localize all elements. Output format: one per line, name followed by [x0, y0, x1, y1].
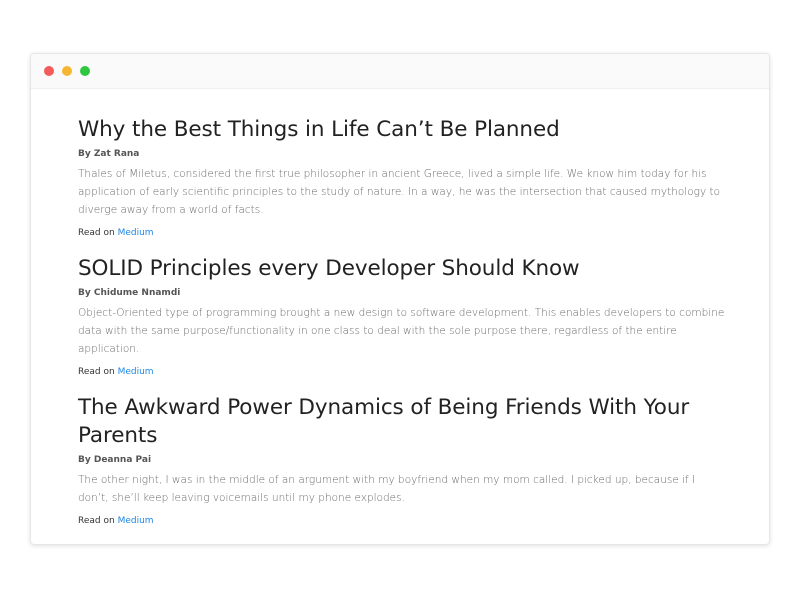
read-on-label: Read on: [78, 516, 115, 526]
read-on-label: Read on: [78, 367, 115, 377]
article-list: Why the Best Things in Life Can’t Be Pla…: [78, 116, 728, 543]
article-title: SOLID Principles every Developer Should …: [78, 256, 580, 281]
read-on-label: Read on: [78, 228, 115, 238]
read-on-line: Read on Medium: [78, 227, 728, 239]
article-title: The Awkward Power Dynamics of Being Frie…: [78, 395, 690, 448]
article-item: SOLID Principles every Developer Should …: [78, 255, 728, 378]
minimize-window-button[interactable]: [62, 66, 72, 76]
article-summary: Thales of Miletus, considered the first …: [78, 168, 721, 216]
maximize-window-button[interactable]: [80, 66, 90, 76]
article-author: By Chidume Nnamdi: [78, 288, 181, 298]
browser-window: Why the Best Things in Life Can’t Be Pla…: [30, 53, 770, 545]
article-item: The Awkward Power Dynamics of Being Frie…: [78, 394, 728, 527]
source-link[interactable]: Medium: [118, 228, 154, 238]
read-on-line: Read on Medium: [78, 515, 728, 527]
article-summary: Object-Oriented type of programming brou…: [78, 307, 725, 355]
article-title: Why the Best Things in Life Can’t Be Pla…: [78, 117, 560, 142]
read-on-line: Read on Medium: [78, 366, 728, 378]
source-link[interactable]: Medium: [118, 516, 154, 526]
source-link[interactable]: Medium: [118, 367, 154, 377]
window-titlebar: [31, 54, 769, 89]
article-author: By Zat Rana: [78, 149, 140, 159]
close-window-button[interactable]: [44, 66, 54, 76]
article-summary: The other night, I was in the middle of …: [78, 474, 696, 504]
article-item: Why the Best Things in Life Can’t Be Pla…: [78, 116, 728, 239]
article-author: By Deanna Pai: [78, 455, 152, 465]
